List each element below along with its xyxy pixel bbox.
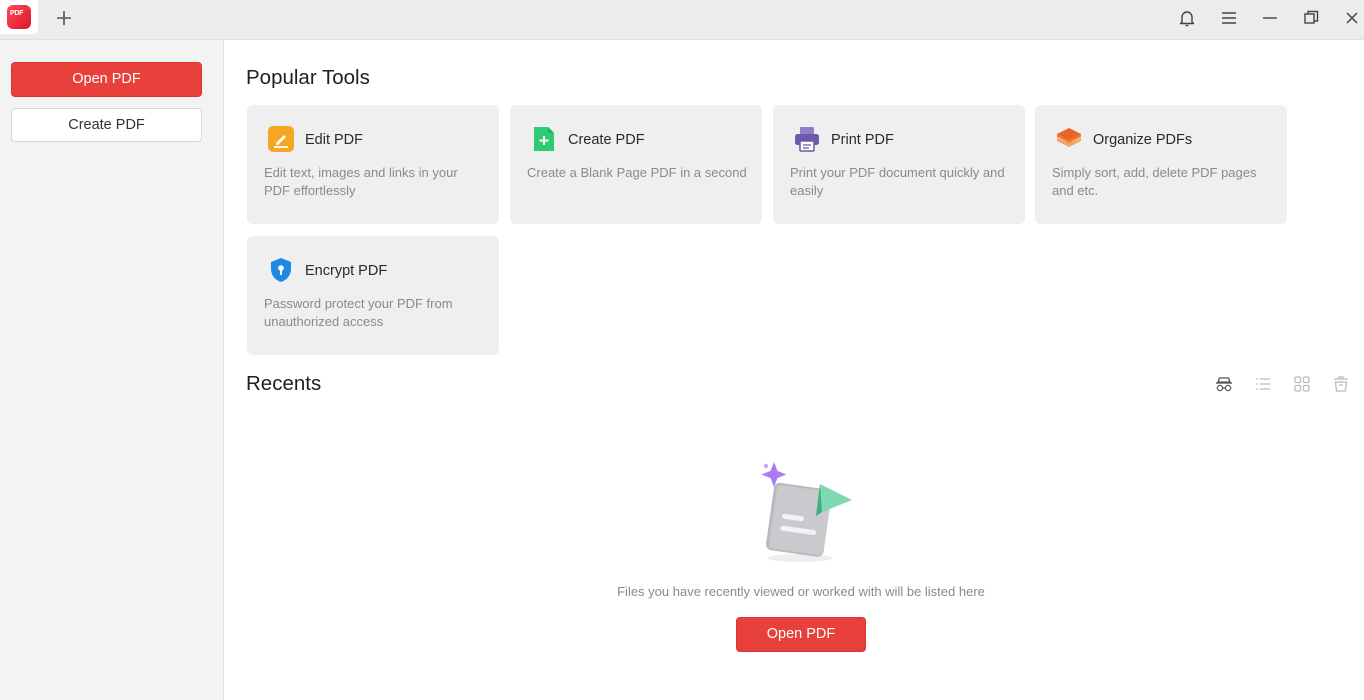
list-view-icon[interactable] <box>1253 374 1273 394</box>
tool-title: Encrypt PDF <box>305 263 388 279</box>
bell-icon[interactable] <box>1177 8 1197 28</box>
tool-description: Password protect your PDF from unauthori… <box>264 296 453 329</box>
new-tab-icon[interactable] <box>54 8 74 28</box>
edit-pdf-icon <box>268 126 294 152</box>
tool-description: Create a Blank Page PDF in a second <box>527 165 747 180</box>
close-icon[interactable] <box>1342 8 1362 28</box>
tool-title: Create PDF <box>568 132 645 148</box>
grid-view-icon[interactable] <box>1292 374 1312 394</box>
minimize-icon[interactable] <box>1260 8 1280 28</box>
app-logo-text: PDF <box>10 10 24 17</box>
incognito-icon[interactable] <box>1214 374 1234 394</box>
organize-pdfs-icon <box>1057 128 1081 147</box>
tool-description: Print your PDF document quickly and easi… <box>790 165 1005 198</box>
app-logo-icon: PDF <box>7 5 31 29</box>
tool-card-organize-pdfs[interactable]: Organize PDFs Simply sort, add, delete P… <box>1035 105 1287 224</box>
tool-title: Edit PDF <box>305 132 364 148</box>
title-bar: PDF <box>0 0 1364 40</box>
open-pdf-button[interactable]: Open PDF <box>11 62 202 97</box>
clear-history-icon[interactable] <box>1331 374 1351 394</box>
encrypt-pdf-icon <box>271 258 291 282</box>
recents-title: Recents <box>246 372 322 395</box>
tool-card-edit-pdf[interactable]: Edit PDF Edit text, images and links in … <box>247 105 499 224</box>
app-tab[interactable]: PDF <box>0 0 38 34</box>
print-pdf-icon <box>795 127 819 152</box>
create-pdf-button[interactable]: Create PDF <box>11 108 202 142</box>
tool-card-encrypt-pdf[interactable]: Encrypt PDF Password protect your PDF fr… <box>247 236 499 355</box>
tool-description: Edit text, images and links in your PDF … <box>264 165 458 198</box>
tool-title: Print PDF <box>831 132 894 148</box>
open-pdf-main-button[interactable]: Open PDF <box>736 617 866 652</box>
menu-icon[interactable] <box>1219 8 1239 28</box>
popular-tools-title: Popular Tools <box>246 66 370 89</box>
sidebar: Open PDF Create PDF <box>0 40 224 700</box>
restore-icon[interactable] <box>1301 8 1321 28</box>
tool-card-print-pdf[interactable]: Print PDF Print your PDF document quickl… <box>773 105 1025 224</box>
tool-card-create-pdf[interactable]: Create PDF Create a Blank Page PDF in a … <box>510 105 762 224</box>
empty-recents-illustration <box>761 462 852 562</box>
empty-recents-text: Files you have recently viewed or worked… <box>617 584 985 599</box>
tool-title: Organize PDFs <box>1093 132 1193 148</box>
tool-description: Simply sort, add, delete PDF pages and e… <box>1052 165 1257 198</box>
create-pdf-icon <box>534 127 554 151</box>
